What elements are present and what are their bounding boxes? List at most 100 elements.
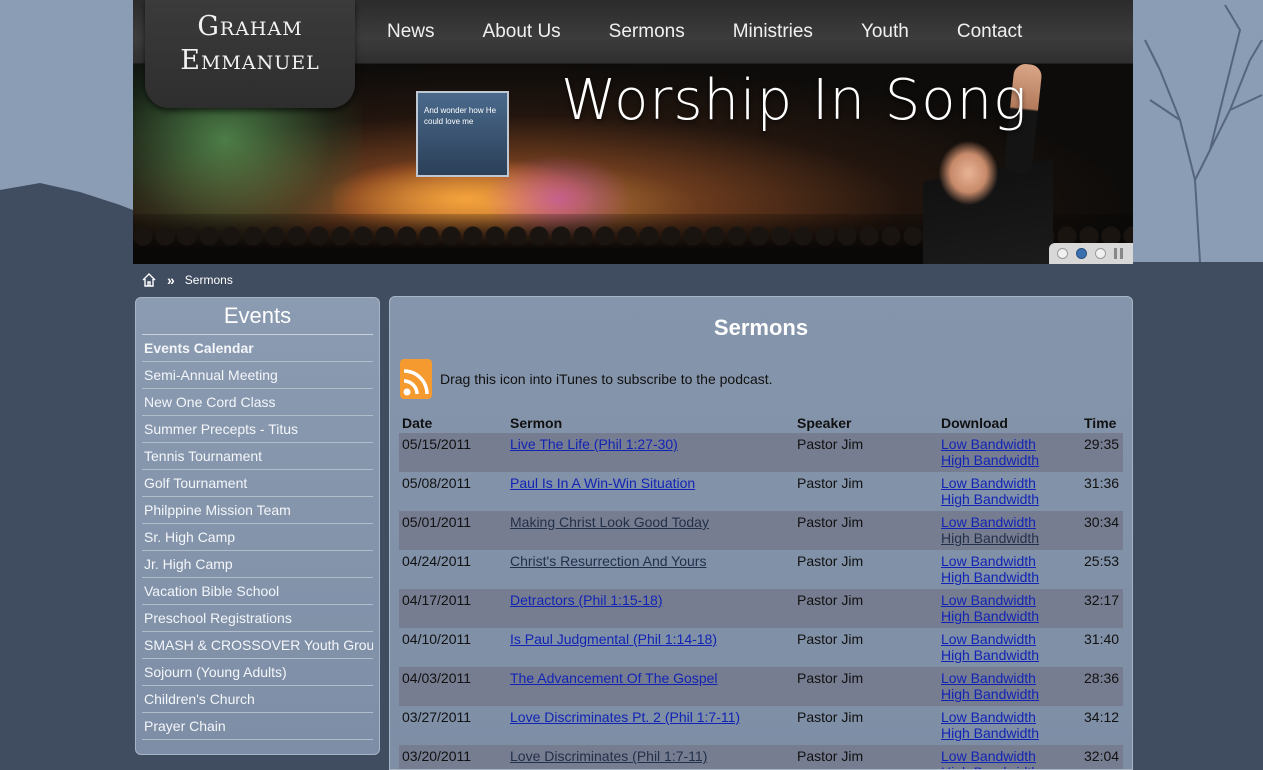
page-title: Sermons [713,315,809,340]
row-speaker: Pastor Jim [797,592,864,608]
breadcrumb-separator: » [167,272,175,288]
sidebar-item-jr-high-camp[interactable]: Jr. High Camp [142,551,373,578]
row-time: 28:36 [1084,670,1120,686]
table-row: 04/24/2011 Christ's Resurrection And You… [399,550,1123,589]
slider-dot-1[interactable] [1057,248,1068,259]
table-row: 03/27/2011 Love Discriminates Pt. 2 (Phi… [399,706,1123,745]
table-row: 05/08/2011 Paul Is In A Win-Win Situatio… [399,472,1123,511]
sidebar-item-mission-team[interactable]: Philppine Mission Team [142,497,373,524]
sermon-link[interactable]: Live The Life (Phil 1:27-30) [510,436,678,452]
high-bandwidth-link[interactable]: High Bandwidth [941,764,1078,769]
main-nav: News About Us Sermons Ministries Youth C… [363,0,1046,64]
sidebar-item-sojourn[interactable]: Sojourn (Young Adults) [142,659,373,686]
table-row: 05/15/2011 Live The Life (Phil 1:27-30) … [399,433,1123,472]
site-logo[interactable]: Graham Emmanuel [145,0,355,108]
high-bandwidth-link[interactable]: High Bandwidth [941,647,1078,663]
col-download: Download [941,415,1008,431]
slider-dot-3[interactable] [1095,248,1106,259]
sidebar-item-vbs[interactable]: Vacation Bible School [142,578,373,605]
row-speaker: Pastor Jim [797,553,864,569]
nav-ministries[interactable]: Ministries [709,0,837,64]
slider-dot-2[interactable] [1076,248,1087,259]
sermon-link[interactable]: Making Christ Look Good Today [510,514,709,530]
low-bandwidth-link[interactable]: Low Bandwidth [941,436,1078,452]
sidebar-item-semi-annual-meeting[interactable]: Semi-Annual Meeting [142,362,373,389]
sidebar-item-smash-crossover[interactable]: SMASH & CROSSOVER Youth Grou [142,632,373,659]
row-date: 05/08/2011 [402,475,472,491]
sidebar-item-events-calendar[interactable]: Events Calendar [142,335,373,362]
sermon-link[interactable]: Paul Is In A Win-Win Situation [510,475,695,491]
sermon-link[interactable]: Love Discriminates Pt. 2 (Phil 1:7-11) [510,709,740,725]
row-date: 03/20/2011 [402,748,472,764]
high-bandwidth-link[interactable]: High Bandwidth [941,608,1078,624]
table-row: 04/03/2011 The Advancement Of The Gospel… [399,667,1123,706]
pause-icon[interactable] [1114,248,1123,259]
podcast-instructions: Drag this icon into iTunes to subscribe … [440,371,773,387]
row-time: 32:04 [1084,748,1120,764]
row-speaker: Pastor Jim [797,475,864,491]
row-time: 31:36 [1084,475,1120,491]
rss-icon[interactable] [400,359,432,399]
low-bandwidth-link[interactable]: Low Bandwidth [941,670,1078,686]
sidebar-item-golf-tournament[interactable]: Golf Tournament [142,470,373,497]
low-bandwidth-link[interactable]: Low Bandwidth [941,514,1078,530]
low-bandwidth-link[interactable]: Low Bandwidth [941,553,1078,569]
row-date: 04/24/2011 [402,553,472,569]
nav-contact[interactable]: Contact [933,0,1046,64]
row-speaker: Pastor Jim [797,748,864,764]
table-row: 04/17/2011 Detractors (Phil 1:15-18) Pas… [399,589,1123,628]
banner-projection-screen: And wonder how He could love me [416,91,509,177]
row-date: 05/01/2011 [402,514,472,530]
banner-worshipper [923,134,1053,264]
high-bandwidth-link[interactable]: High Bandwidth [941,491,1078,507]
row-time: 31:40 [1084,631,1120,647]
nav-news[interactable]: News [363,0,459,64]
table-row: 04/10/2011 Is Paul Judgmental (Phil 1:14… [399,628,1123,667]
low-bandwidth-link[interactable]: Low Bandwidth [941,709,1078,725]
row-speaker: Pastor Jim [797,514,864,530]
sidebar-item-tennis-tournament[interactable]: Tennis Tournament [142,443,373,470]
sermons-table: Date Sermon Speaker Download Time 05/15/… [399,411,1123,769]
col-date: Date [402,415,433,431]
high-bandwidth-link[interactable]: High Bandwidth [941,569,1078,585]
row-time: 25:53 [1084,553,1120,569]
sermon-link[interactable]: Detractors (Phil 1:15-18) [510,592,663,608]
logo-line-1: Graham [197,11,303,42]
row-speaker: Pastor Jim [797,631,864,647]
sermon-link[interactable]: Love Discriminates (Phil 1:7-11) [510,748,707,764]
row-time: 29:35 [1084,436,1120,452]
col-sermon: Sermon [510,415,563,431]
low-bandwidth-link[interactable]: Low Bandwidth [941,592,1078,608]
row-date: 03/27/2011 [402,709,472,725]
sidebar-item-prayer-chain[interactable]: Prayer Chain [142,713,373,740]
row-speaker: Pastor Jim [797,670,864,686]
low-bandwidth-link[interactable]: Low Bandwidth [941,631,1078,647]
low-bandwidth-link[interactable]: Low Bandwidth [941,748,1078,764]
sidebar-item-sr-high-camp[interactable]: Sr. High Camp [142,524,373,551]
banner-title: Worship In Song [561,68,1028,133]
high-bandwidth-link[interactable]: High Bandwidth [941,452,1078,468]
events-sidebar: Events Events Calendar Semi-Annual Meeti… [135,297,380,755]
low-bandwidth-link[interactable]: Low Bandwidth [941,475,1078,491]
high-bandwidth-link[interactable]: High Bandwidth [941,530,1078,546]
sermon-link[interactable]: The Advancement Of The Gospel [510,670,718,686]
row-date: 04/03/2011 [402,670,472,686]
nav-about-us[interactable]: About Us [459,0,585,64]
sidebar-item-preschool[interactable]: Preschool Registrations [142,605,373,632]
high-bandwidth-link[interactable]: High Bandwidth [941,686,1078,702]
row-date: 05/15/2011 [402,436,472,452]
row-date: 04/17/2011 [402,592,472,608]
sidebar-item-one-cord-class[interactable]: New One Cord Class [142,389,373,416]
sermon-link[interactable]: Is Paul Judgmental (Phil 1:14-18) [510,631,717,647]
sidebar-item-childrens-church[interactable]: Children's Church [142,686,373,713]
nav-sermons[interactable]: Sermons [585,0,709,64]
sidebar-title: Events [142,302,373,335]
sidebar-item-summer-precepts[interactable]: Summer Precepts - Titus [142,416,373,443]
home-icon[interactable] [141,272,157,288]
high-bandwidth-link[interactable]: High Bandwidth [941,725,1078,741]
sermon-link[interactable]: Christ's Resurrection And Yours [510,553,706,569]
row-speaker: Pastor Jim [797,709,864,725]
row-time: 32:17 [1084,592,1120,608]
table-header-row: Date Sermon Speaker Download Time [399,411,1123,433]
nav-youth[interactable]: Youth [837,0,933,64]
